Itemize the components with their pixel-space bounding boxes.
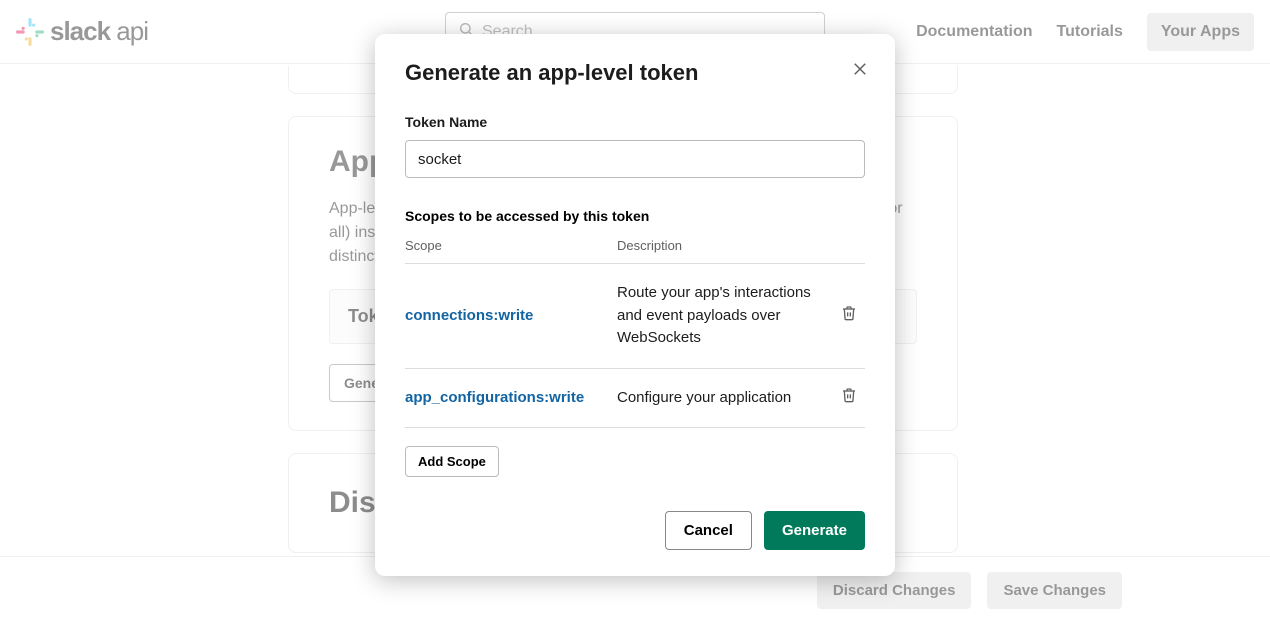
generate-button[interactable]: Generate — [764, 511, 865, 550]
col-description: Description — [617, 238, 682, 253]
add-scope-button[interactable]: Add Scope — [405, 446, 499, 477]
modal-title: Generate an app-level token — [405, 60, 865, 86]
modal-footer: Cancel Generate — [405, 511, 865, 550]
scope-name: app_configurations:write — [405, 389, 617, 406]
modal-overlay: Generate an app-level token Token Name S… — [0, 0, 1270, 624]
scope-description: Configure your application — [617, 387, 841, 410]
token-name-label: Token Name — [405, 114, 865, 130]
col-scope: Scope — [405, 238, 617, 253]
scopes-section-title: Scopes to be accessed by this token — [405, 208, 865, 224]
generate-token-modal: Generate an app-level token Token Name S… — [375, 34, 895, 576]
cancel-button[interactable]: Cancel — [665, 511, 752, 550]
close-icon[interactable] — [851, 60, 869, 83]
scope-row: app_configurations:write Configure your … — [405, 369, 865, 429]
scopes-table-header: Scope Description — [405, 238, 865, 264]
scope-description: Route your app's interactions and event … — [617, 282, 841, 350]
scope-name: connections:write — [405, 307, 617, 324]
trash-icon[interactable] — [841, 305, 865, 326]
trash-icon[interactable] — [841, 387, 865, 408]
token-name-input[interactable] — [405, 140, 865, 178]
scope-row: connections:write Route your app's inter… — [405, 264, 865, 369]
